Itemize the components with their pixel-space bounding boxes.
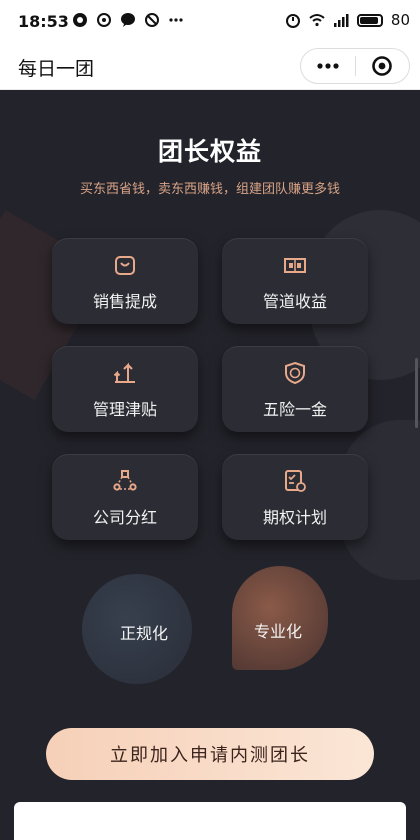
more-dots-icon — [169, 18, 183, 22]
message-icon — [73, 13, 87, 27]
benefit-label: 公司分红 — [92, 508, 157, 527]
status-bar: 18:53 80 — [0, 0, 420, 44]
benefit-card-social-insurance[interactable]: 五险一金 — [222, 346, 368, 432]
benefit-label: 管理津贴 — [92, 400, 157, 419]
pipeline-icon — [284, 258, 306, 273]
target-close-icon — [372, 56, 393, 76]
benefit-card-sales-commission[interactable]: 销售提成 — [52, 238, 198, 324]
alarm-icon — [285, 14, 300, 28]
battery-icon — [356, 13, 383, 27]
arrows-up-icon — [113, 362, 135, 383]
music-icon — [97, 13, 111, 27]
notification-icons — [72, 12, 184, 28]
wifi-icon — [309, 14, 325, 27]
mini-program-capsule — [300, 48, 410, 84]
network-icon — [113, 470, 137, 491]
option-plan-icon — [285, 470, 306, 492]
benefit-label: 管道收益 — [262, 292, 327, 311]
nav-bar: 每日一团 — [0, 44, 420, 90]
benefit-card-company-dividend[interactable]: 公司分红 — [52, 454, 198, 540]
apply-team-leader-button[interactable]: 立即加入申请内测团长 — [46, 728, 374, 780]
shopping-bag-icon — [115, 256, 135, 275]
benefit-card-management-allowance[interactable]: 管理津贴 — [52, 346, 198, 432]
benefit-label: 销售提成 — [92, 292, 157, 311]
status-time: 18:53 — [18, 12, 69, 31]
close-button[interactable] — [355, 49, 409, 83]
bottom-panel — [14, 802, 406, 840]
block-icon — [145, 13, 159, 27]
signal-icon — [333, 14, 349, 27]
benefit-label: 期权计划 — [262, 508, 327, 527]
feature-label-professional: 专业化 — [253, 622, 302, 641]
scrollbar[interactable] — [415, 358, 418, 428]
benefit-card-pipeline-income[interactable]: 管道收益 — [222, 238, 368, 324]
benefit-card-option-plan[interactable]: 期权计划 — [222, 454, 368, 540]
hero-subtitle: 买东西省钱，卖东西赚钱，组建团队赚更多钱 — [79, 182, 340, 197]
benefit-label: 五险一金 — [262, 400, 327, 419]
more-button[interactable] — [301, 49, 355, 83]
chat-icon — [121, 13, 135, 27]
more-dots-icon — [317, 63, 339, 69]
system-icons: 80 — [285, 11, 410, 29]
insurance-shield-icon — [285, 361, 305, 385]
feature-label-standardized: 正规化 — [119, 624, 168, 643]
page-title: 每日一团 — [18, 58, 95, 80]
battery-level: 80 — [390, 11, 410, 29]
benefits-page: 团长权益 买东西省钱，卖东西赚钱，组建团队赚更多钱 销售提成 管道收益 管理津贴… — [0, 90, 420, 840]
hero-title: 团长权益 — [157, 137, 262, 166]
